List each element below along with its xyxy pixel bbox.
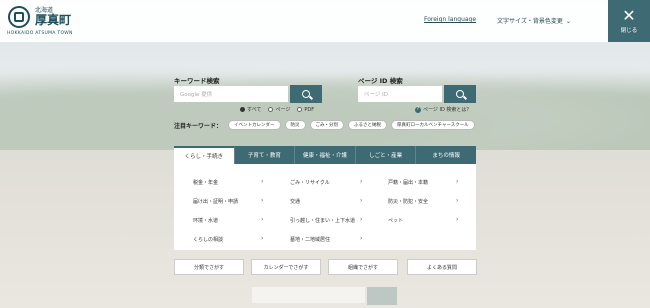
panel-link[interactable]: 戸籍・届出・本籍 › bbox=[388, 178, 458, 186]
page-id-search-label: ページ ID 検索 bbox=[358, 77, 403, 85]
keyword-search-label: キーワード検索 bbox=[174, 77, 220, 85]
chevron-right-icon: › bbox=[360, 197, 363, 204]
chevron-right-icon: › bbox=[456, 178, 459, 185]
tab-health[interactable]: 健康・福祉・介護 bbox=[295, 146, 356, 164]
page-id-search-button[interactable] bbox=[444, 85, 476, 103]
site-logo[interactable]: 北海道 厚真町 bbox=[8, 6, 71, 28]
hot-keywords-label: 注目キーワード： bbox=[174, 122, 223, 130]
close-icon: ✕ bbox=[622, 6, 636, 25]
panel-link-label: 届け出・証明・申請 bbox=[193, 199, 239, 205]
panel-link[interactable]: 税金・年金 › bbox=[193, 178, 263, 186]
panel-link[interactable]: 防災・防犯・安全 › bbox=[388, 197, 458, 205]
search-by-calendar-button[interactable]: カレンダーでさがす bbox=[251, 259, 321, 275]
panel-link-label: 环境・水道 bbox=[193, 218, 219, 224]
panel-link[interactable]: 届け出・証明・申請 › bbox=[193, 197, 263, 205]
radio-pdf[interactable]: PDF bbox=[297, 106, 314, 113]
chevron-right-icon: › bbox=[261, 178, 264, 185]
panel-link-label: 税金・年金 bbox=[193, 180, 219, 186]
radio-dot bbox=[240, 107, 245, 112]
panel-link-label: ごみ・リサイクル bbox=[290, 180, 330, 186]
keyword-search-button[interactable] bbox=[290, 85, 322, 103]
foreign-language-link[interactable]: Foreign language bbox=[424, 16, 476, 23]
keyword-chip[interactable]: ふるさと納税 bbox=[348, 120, 388, 130]
text-size-link[interactable]: 文字サイズ・背景色変更 ⌄ bbox=[497, 16, 571, 25]
radio-all[interactable]: すべて bbox=[240, 106, 261, 113]
faq-button[interactable]: よくある質問 bbox=[407, 259, 477, 275]
tab-living[interactable]: くらし・手続き bbox=[174, 146, 235, 164]
page-id-input[interactable]: ページ ID bbox=[358, 86, 442, 102]
panel-link-label: 戸籍・届出・本籍 bbox=[388, 180, 429, 186]
chevron-right-icon: › bbox=[261, 197, 264, 204]
radio-dot bbox=[268, 107, 274, 112]
tab-work[interactable]: しごと・産業 bbox=[355, 146, 417, 164]
panel-link-label: 交通 bbox=[290, 199, 301, 205]
tab-childcare[interactable]: 子育て・教育 bbox=[234, 146, 296, 164]
panel-link[interactable]: ごみ・リサイクル › bbox=[290, 178, 362, 186]
panel-link-label: ペット bbox=[388, 218, 404, 224]
chevron-right-icon: › bbox=[261, 235, 264, 242]
panel-link-label: 防災・防犯・安全 bbox=[388, 199, 429, 205]
keyword-chip[interactable]: イベントカレンダー bbox=[228, 120, 281, 130]
search-icon bbox=[302, 90, 310, 98]
category-tabs: くらし・手続き 子育て・教育 健康・福祉・介護 しごと・産業 まちの情報 bbox=[174, 146, 476, 164]
background-search-button bbox=[367, 287, 397, 305]
search-icon bbox=[456, 90, 464, 98]
site-header: 北海道 厚真町 HOKKAIDO ATSUMA TOWN Foreign lan… bbox=[0, 0, 650, 42]
panel-link[interactable]: 交通 › bbox=[290, 197, 362, 205]
radio-page[interactable]: ページ bbox=[268, 106, 290, 113]
page-id-help-link[interactable]: ? ページ ID 検索とは？ bbox=[415, 106, 471, 113]
tab-town-info[interactable]: まちの情報 bbox=[416, 146, 476, 164]
chevron-right-icon: › bbox=[360, 178, 363, 185]
chevron-right-icon: › bbox=[360, 216, 363, 223]
panel-link-label: くらしの相談 bbox=[193, 237, 224, 243]
page-id-help-text: ページ ID 検索とは？ bbox=[423, 107, 472, 113]
text-size-label: 文字サイズ・背景色変更 bbox=[497, 18, 563, 25]
close-button[interactable]: ✕ 閉じる bbox=[608, 0, 650, 42]
keyword-chip[interactable]: 厚真町ローカルベンチャースクール bbox=[391, 120, 475, 130]
town-emblem-icon bbox=[8, 6, 30, 28]
panel-link-label: 引っ越し・住まい・上下水道 bbox=[290, 218, 356, 224]
panel-link[interactable]: 墓地・二地域居住 › bbox=[290, 235, 362, 243]
logo-english: HOKKAIDO ATSUMA TOWN bbox=[7, 31, 73, 36]
panel-link-label: 墓地・二地域居住 bbox=[290, 237, 331, 243]
category-panel: 税金・年金 › ごみ・リサイクル › 戸籍・届出・本籍 › 届け出・証明・申請 › 交通… bbox=[174, 164, 476, 250]
panel-link[interactable]: ペット › bbox=[388, 216, 458, 224]
chevron-right-icon: › bbox=[456, 216, 459, 223]
panel-link[interactable]: 环境・水道 › bbox=[193, 216, 263, 224]
search-scope-radios: すべて ページ PDF bbox=[240, 106, 314, 113]
background-search-box bbox=[252, 287, 365, 303]
keyword-search-input[interactable]: Google 提供 bbox=[174, 86, 288, 102]
radio-label: PDF bbox=[304, 106, 315, 113]
radio-label: ページ bbox=[275, 107, 291, 113]
chevron-down-icon: ⌄ bbox=[565, 18, 571, 25]
chevron-right-icon: › bbox=[456, 197, 459, 204]
panel-link[interactable]: くらしの相談 › bbox=[193, 235, 263, 243]
panel-link[interactable]: 引っ越し・住まい・上下水道 › bbox=[290, 216, 362, 224]
radio-dot bbox=[297, 107, 303, 112]
search-by-category-button[interactable]: 分類でさがす bbox=[174, 259, 244, 275]
hot-keywords: 注目キーワード： イベントカレンダー 防災 ごみ・分別 ふるさと納税 厚真町ロー… bbox=[174, 120, 475, 130]
logo-town-name: 厚真町 bbox=[35, 13, 72, 27]
radio-label: すべて bbox=[247, 107, 262, 113]
keyword-chip[interactable]: 防災 bbox=[284, 120, 306, 130]
chevron-right-icon: › bbox=[261, 216, 264, 223]
search-by-organization-button[interactable]: 組織でさがす bbox=[328, 259, 398, 275]
keyword-chip[interactable]: ごみ・分別 bbox=[309, 120, 345, 130]
close-label: 閉じる bbox=[620, 28, 638, 34]
search-shortcuts: 分類でさがす カレンダーでさがす 組織でさがす よくある質問 bbox=[174, 259, 477, 275]
chevron-right-icon: › bbox=[360, 235, 363, 242]
question-icon: ? bbox=[415, 106, 421, 113]
